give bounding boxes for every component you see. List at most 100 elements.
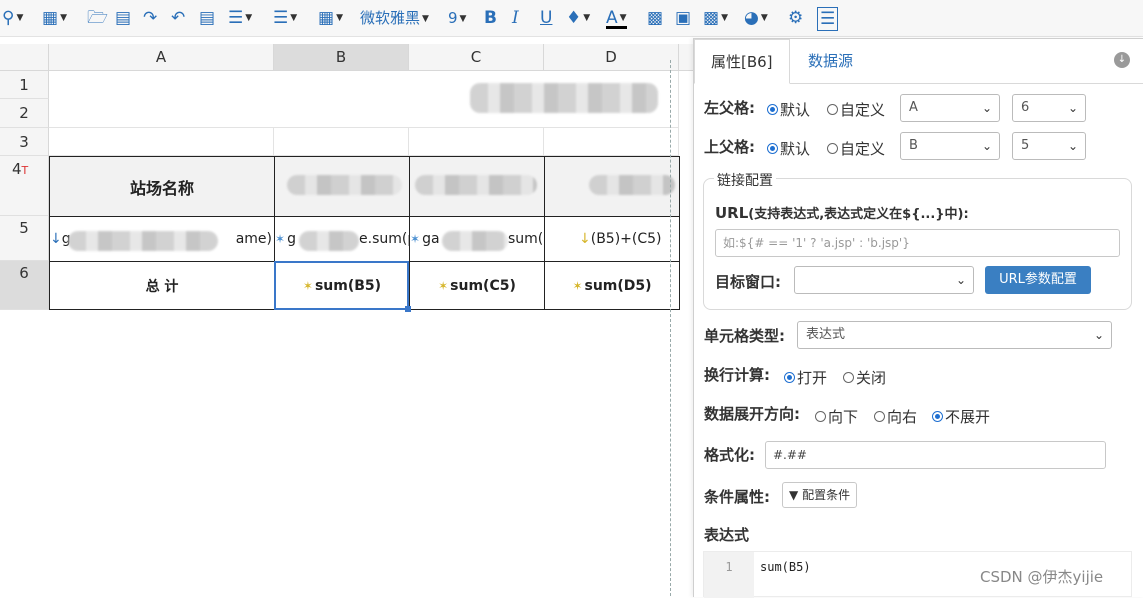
chevron-down-icon: ⌄ [1093,328,1104,342]
chevron-down-icon: ⌄ [981,101,992,115]
fill-color-icon[interactable]: ♦ ▼ [566,7,590,29]
row-header-4[interactable]: 4T [0,156,49,216]
font-family-select[interactable]: 微软雅黑 ▼ [360,7,429,29]
line-number: 1 [704,552,754,598]
row-header-2[interactable]: 2 [0,99,49,128]
cell-b4[interactable] [274,156,410,217]
align-center-icon[interactable]: ☰ ▼ [228,7,252,29]
column-header-a[interactable]: A [49,44,274,71]
format-input[interactable]: #.## [765,441,1106,469]
toolbar: ⚲ ▼ ▦ ▼ 🗁 ▤ ↷ ↶ ▤ ☰ ▼ ☰ ▼ ▦ ▼ 微软雅黑 ▼ 9 ▼ B I U … [0,0,1143,37]
expand-none-radio[interactable]: 不展开 [932,406,990,427]
grid-corner[interactable] [0,44,49,71]
bold-button[interactable]: B [484,7,497,29]
target-window-label: 目标窗口: [715,273,781,291]
link-config-legend: 链接配置 [714,170,776,190]
line-calc-off-radio[interactable]: 关闭 [843,367,886,388]
tab-datasource[interactable]: 数据源 [792,39,869,83]
cell-a6[interactable]: 总 计 [49,261,275,310]
radio-dot [815,411,826,422]
column-header-c[interactable]: C [409,44,544,71]
left-parent-custom-radio[interactable]: 自定义 [827,99,885,120]
cell-c6[interactable]: ✶ sum(C5) [409,261,545,310]
cell-c5[interactable]: ✶ga sum(c [409,216,545,262]
download-icon[interactable]: ↓ [1114,52,1130,68]
border-icon[interactable]: ▦ ▼ [318,7,343,29]
expand-right-radio[interactable]: 向右 [874,406,917,427]
configure-condition-button[interactable]: ▼ 配置条件 [782,482,858,508]
open-folder-icon[interactable]: 🗁 [87,7,108,29]
radio-dot [827,143,838,154]
cell-a5-tail: ame) [235,231,272,247]
left-parent-column-select[interactable]: A ⌄ [900,94,1000,122]
column-header-b[interactable]: B [274,44,409,71]
radio-label: 不展开 [945,408,991,426]
radio-dot [827,104,838,115]
zoom-icon[interactable]: ⚲ ▼ [2,7,23,29]
blurred-title [470,83,658,113]
gear-icon[interactable]: ⚙ [788,7,803,29]
image-icon[interactable]: ▣ [675,7,691,29]
blurred-header-c4 [415,175,537,195]
cell-c6-text: sum(C5) [450,277,516,294]
cell-b3[interactable] [274,128,409,156]
select-value: B [909,138,918,153]
cell-d4[interactable] [544,156,680,217]
top-parent-row-select[interactable]: 5 ⌄ [1012,132,1086,160]
left-parent-row-select[interactable]: 6 ⌄ [1012,94,1086,122]
cell-a5[interactable]: ↓g ame) [49,216,275,262]
expression-icon: ✶ [275,232,286,246]
top-parent-custom-radio[interactable]: 自定义 [827,138,885,159]
target-window-select[interactable]: ⌄ [794,266,974,294]
blurred-header-b4 [287,175,402,195]
expression-icon: ✶ [572,278,583,293]
top-parent-label: 上父格: [704,138,755,156]
line-calc-on-radio[interactable]: 打开 [784,367,827,388]
tab-properties[interactable]: 属性[B6] [694,39,790,84]
cell-d3[interactable] [544,128,679,156]
preview-icon[interactable]: ▤ [115,7,131,29]
fill-handle[interactable] [405,306,411,312]
url-label: URL(支持表达式,表达式定义在${...}中): [715,203,969,222]
top-parent-column-select[interactable]: B ⌄ [900,132,1000,160]
expression-code[interactable]: sum(B5) [760,560,811,574]
cell-d5[interactable]: ↓(B5)+(C5) [544,216,680,262]
radio-dot [932,411,943,422]
barcode-icon[interactable]: ▩ ▼ [703,7,728,29]
configure-condition-label: 配置条件 [802,488,851,502]
cell-c3[interactable] [409,128,544,156]
left-parent-default-radio[interactable]: 默认 [767,99,810,120]
undo-icon[interactable]: ↶ [171,7,185,29]
title-cell[interactable] [49,71,679,128]
expand-down-radio[interactable]: 向下 [815,406,858,427]
cell-c4[interactable] [409,156,545,217]
save-icon[interactable]: ▦ ▼ [42,7,67,29]
row-4-marker: T [21,164,29,177]
cell-b5[interactable]: ✶g e.sum(p [274,216,410,262]
cell-a3[interactable] [49,128,274,156]
align-middle-icon[interactable]: ☰ ▼ [273,7,297,29]
chart-icon[interactable]: ◕ ▼ [744,7,768,29]
cell-a4[interactable]: 站场名称 [49,156,275,217]
underline-button[interactable]: U [540,7,552,29]
redo-icon[interactable]: ↷ [143,7,157,29]
clear-format-icon[interactable]: ▩ [647,7,663,29]
row-header-5[interactable]: 5 [0,216,49,261]
italic-button[interactable]: I [512,7,519,29]
cell-type-select[interactable]: 表达式 ⌄ [797,321,1112,349]
left-parent-label: 左父格: [704,99,755,117]
row-header-3[interactable]: 3 [0,128,49,156]
row-header-6[interactable]: 6 [0,261,49,310]
column-header-d[interactable]: D [544,44,679,71]
row-header-1[interactable]: 1 [0,71,49,99]
properties-panel-icon[interactable]: ☰ [817,7,839,31]
url-params-button[interactable]: URL参数配置 [985,266,1091,294]
url-input[interactable]: 如:${# == '1' ? 'a.jsp' : 'b.jsp'} [715,229,1120,257]
expression-label: 表达式 [704,526,750,544]
merge-cells-icon[interactable]: ▤ [199,7,215,29]
font-color-button[interactable]: A ▼ [606,7,627,29]
font-size-select[interactable]: 9 ▼ [448,7,466,29]
cell-d6[interactable]: ✶ sum(D5) [544,261,680,310]
radio-label: 关闭 [856,369,887,387]
top-parent-default-radio[interactable]: 默认 [767,138,810,159]
